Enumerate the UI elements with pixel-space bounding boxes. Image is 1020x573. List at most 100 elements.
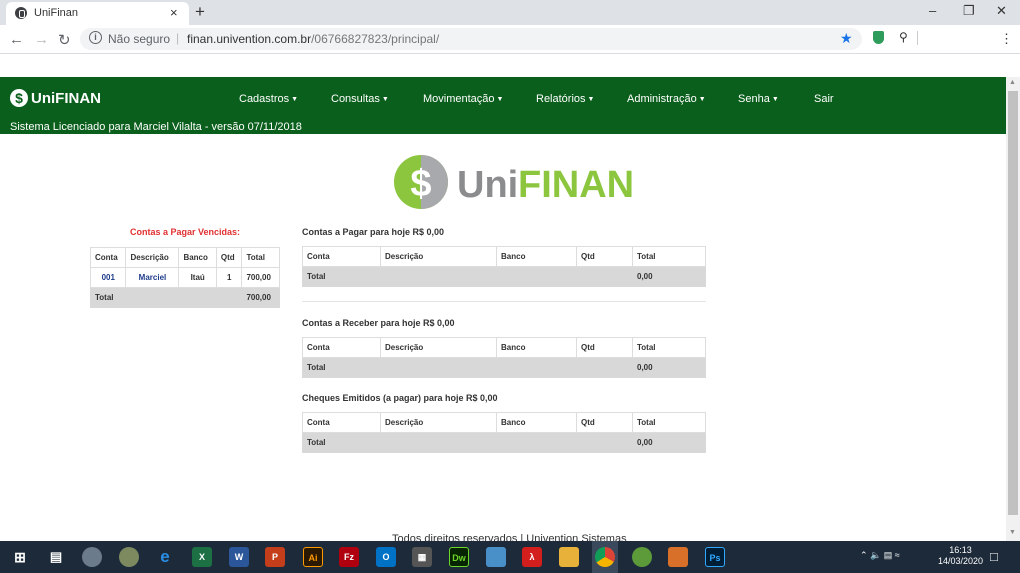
menu-senha[interactable]: Senha ▼	[738, 93, 779, 105]
menu-sair[interactable]: Sair	[814, 93, 834, 105]
info-icon[interactable]: i	[89, 31, 102, 44]
column-header: Banco	[178, 247, 217, 268]
total-row: Total 0,00	[302, 432, 706, 453]
close-window-icon[interactable]: ✕	[996, 3, 1007, 19]
total-label: Total	[302, 266, 381, 287]
illustrator-icon[interactable]: Ai	[303, 547, 323, 567]
column-header: Conta	[302, 412, 381, 433]
menu-administracao[interactable]: Administração ▼	[627, 93, 706, 105]
minimize-icon[interactable]: –	[929, 3, 936, 18]
svg-text:FINAN: FINAN	[518, 164, 634, 206]
caret-down-icon: ▼	[496, 95, 504, 103]
column-header: Total	[632, 412, 706, 433]
scrollbar-thumb[interactable]	[1008, 91, 1018, 515]
dreamweaver-icon[interactable]: Dw	[449, 547, 469, 567]
url-text[interactable]: finan.univention.com.br/06766827823/prin…	[187, 32, 439, 46]
menu-label: Senha	[738, 93, 770, 105]
menu-relatorios[interactable]: Relatórios ▼	[536, 93, 594, 105]
column-header: Descrição	[380, 337, 497, 358]
browser-menu-icon[interactable]: ⋮	[1000, 31, 1013, 47]
new-tab-button[interactable]: +	[195, 2, 205, 22]
total-value: 0,00	[632, 357, 706, 378]
conta-link[interactable]: 001	[89, 267, 127, 288]
svg-text:$: $	[410, 163, 431, 205]
table-header-row: Conta Descrição Banco Qtd Total	[302, 337, 706, 358]
internet-explorer-icon[interactable]: e	[155, 547, 175, 567]
menu-consultas[interactable]: Consultas ▼	[331, 93, 389, 105]
toolbar-divider	[917, 31, 918, 45]
empty-cell	[496, 432, 577, 453]
descricao-link[interactable]: Marciel	[125, 267, 180, 288]
empty-cell	[576, 357, 633, 378]
clock-time: 16:13	[949, 545, 972, 555]
section-title-cheques: Cheques Emitidos (a pagar) para hoje R$ …	[302, 393, 498, 403]
menu-movimentacao[interactable]: Movimentação ▼	[423, 93, 503, 105]
bookmark-star-icon[interactable]: ★	[840, 30, 853, 47]
tab-close-icon[interactable]: ×	[170, 5, 178, 20]
empty-cell	[496, 357, 577, 378]
app-icon[interactable]	[82, 547, 102, 567]
empty-cell	[178, 287, 217, 308]
address-bar[interactable]: i Não seguro | finan.univention.com.br/0…	[80, 28, 862, 50]
task-view-icon[interactable]: ▤	[46, 547, 66, 567]
column-header: Banco	[496, 412, 577, 433]
tab-title: UniFinan	[34, 7, 79, 19]
column-header: Banco	[496, 337, 577, 358]
key-extension-icon[interactable]: ⚲	[899, 30, 908, 44]
total-row: Total 0,00	[302, 357, 706, 378]
caret-down-icon: ▼	[381, 95, 389, 103]
column-header: Total	[632, 246, 706, 267]
windows-start-icon[interactable]: ⊞	[10, 547, 30, 567]
caret-down-icon: ▼	[291, 95, 299, 103]
scroll-up-icon[interactable]: ▲	[1009, 79, 1016, 86]
qtd-cell: 1	[215, 267, 243, 288]
notifications-icon[interactable]: □	[990, 549, 998, 564]
photoshop-icon[interactable]: Ps	[705, 547, 725, 567]
total-label: Total	[89, 287, 127, 308]
empty-cell	[496, 266, 577, 287]
acrobat-icon[interactable]: λ	[522, 547, 542, 567]
url-path: /06766827823/principal/	[311, 32, 440, 46]
forward-icon[interactable]: →	[34, 31, 49, 48]
total-value: 0,00	[632, 266, 706, 287]
system-tray[interactable]: ⌃ 🔈 ▤ ≈	[860, 550, 900, 561]
empty-cell	[215, 287, 243, 308]
calculator-icon[interactable]: ▦	[412, 547, 432, 567]
back-icon[interactable]: ←	[9, 31, 24, 48]
excel-icon[interactable]: X	[192, 547, 212, 567]
total-cell: 700,00	[241, 267, 280, 288]
empty-cell	[380, 266, 497, 287]
unifinan-logo: $ Uni FINAN	[394, 155, 634, 209]
shield-extension-icon[interactable]	[873, 31, 884, 44]
file-explorer-icon[interactable]	[559, 547, 579, 567]
empty-cell	[380, 432, 497, 453]
menu-cadastros[interactable]: Cadastros ▼	[239, 93, 298, 105]
outlook-icon[interactable]: O	[376, 547, 396, 567]
app-icon[interactable]	[486, 547, 506, 567]
page-scrollbar[interactable]: ▲ ▼	[1006, 77, 1020, 541]
browser-tab[interactable]: UniFinan ×	[6, 2, 189, 25]
restore-icon[interactable]: ❐	[963, 3, 975, 19]
menu-label: Cadastros	[239, 93, 290, 105]
menu-label: Movimentação	[423, 93, 495, 105]
total-label: Total	[302, 357, 381, 378]
column-header: Descrição	[380, 246, 497, 267]
app-icon[interactable]	[632, 547, 652, 567]
powerpoint-icon[interactable]: P	[265, 547, 285, 567]
app-icon[interactable]	[668, 547, 688, 567]
chrome-icon[interactable]	[595, 547, 615, 567]
column-header: Conta	[302, 246, 381, 267]
clock-date: 14/03/2020	[938, 556, 984, 566]
app-icon[interactable]	[119, 547, 139, 567]
table-header-row: Conta Descrição Banco Qtd Total	[302, 246, 706, 267]
column-header: Qtd	[576, 412, 633, 433]
filezilla-icon[interactable]: Fz	[339, 547, 359, 567]
logo-text: UniFINAN	[31, 90, 101, 107]
taskbar-clock[interactable]: 16:13 14/03/2020	[938, 545, 983, 567]
reload-icon[interactable]: ↻	[58, 31, 71, 49]
svg-text:Uni: Uni	[457, 164, 518, 206]
word-icon[interactable]: W	[229, 547, 249, 567]
scroll-down-icon[interactable]: ▼	[1009, 529, 1016, 536]
banco-cell: Itaú	[178, 267, 217, 288]
column-header: Conta	[302, 337, 381, 358]
